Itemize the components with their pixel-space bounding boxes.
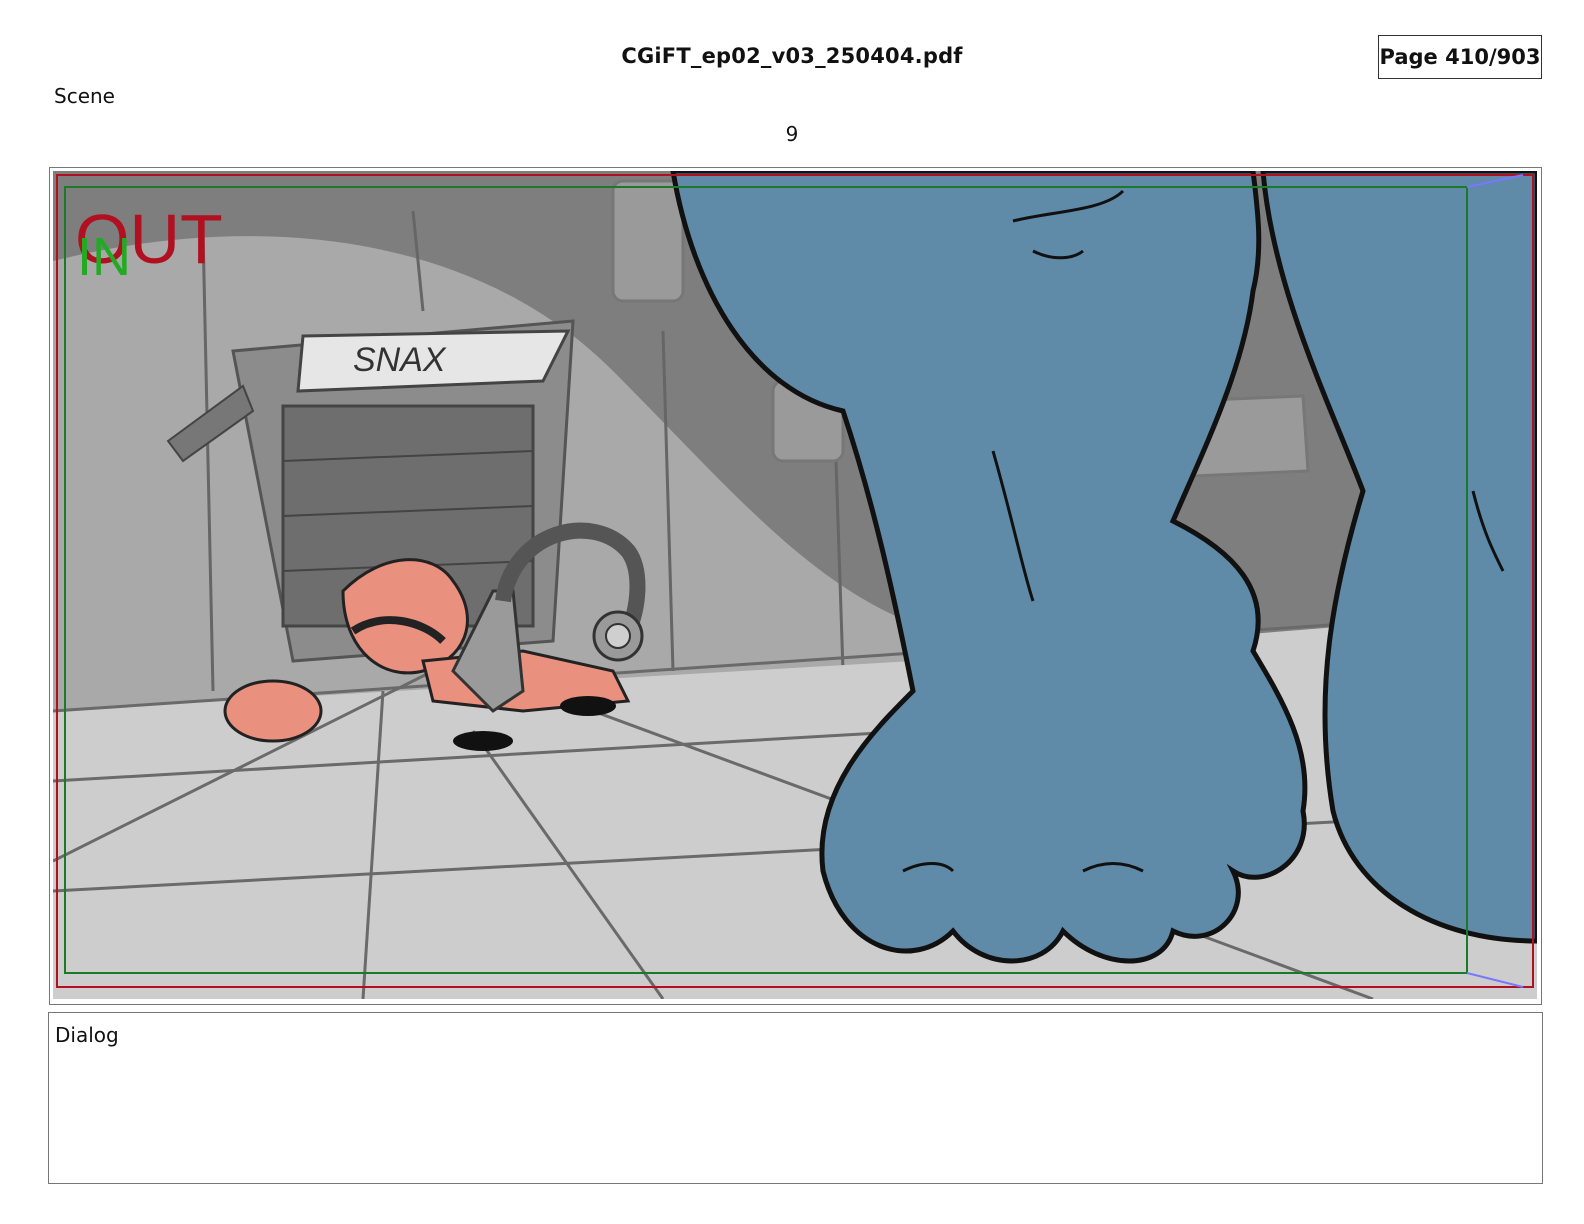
document-title: CGiFT_ep02_v03_250404.pdf	[621, 44, 963, 68]
page-indicator: Page 410/903	[1378, 35, 1542, 79]
snax-sign: SNAX	[353, 341, 447, 379]
storyboard-drawing: SNAX OUT IN	[53, 171, 1537, 999]
scene-number: 9	[785, 122, 799, 146]
in-marker: IN	[77, 227, 131, 287]
dialog-label: Dialog	[55, 1023, 119, 1047]
storyboard-panel: SNAX OUT IN	[49, 167, 1542, 1005]
scene-label: Scene	[54, 84, 115, 108]
dialog-box: Dialog	[48, 1012, 1543, 1184]
